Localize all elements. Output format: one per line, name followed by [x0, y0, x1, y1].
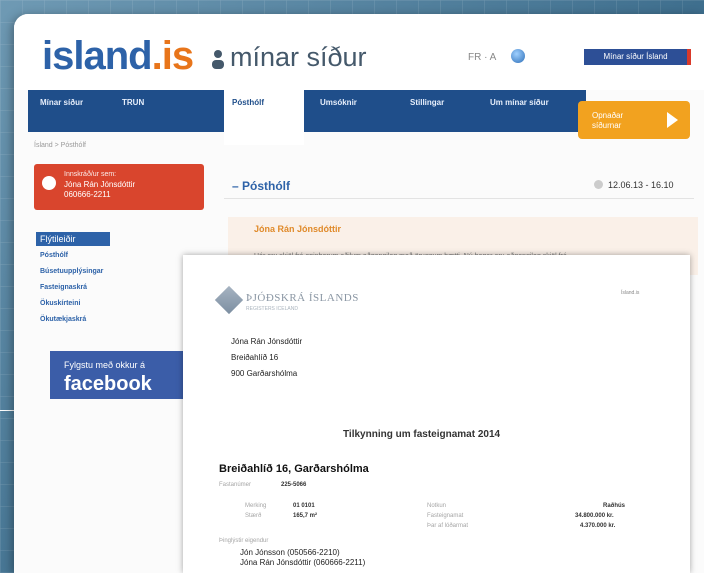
agency-logo-icon [214, 285, 244, 315]
user-avatar-icon [42, 176, 56, 190]
globe-icon[interactable] [511, 49, 525, 63]
datetime: 12.06.13 - 16.10 [608, 180, 674, 190]
user-icon [212, 50, 224, 69]
fasteignamat-label: Fasteignamat [427, 513, 464, 519]
owners-label: Þinglýstir eigendur [219, 538, 269, 544]
opnar-button[interactable]: Opnaðar síðurnar [578, 101, 690, 139]
staerd-value: 165,7 m² [293, 513, 318, 519]
nav-stillingar[interactable]: Stillingar [410, 90, 444, 132]
sidebar-item-posthof[interactable]: Pósthólf [40, 252, 68, 259]
nav-posthof[interactable]: Pósthólf [224, 90, 304, 145]
divider [224, 198, 694, 199]
property-title: Breiðahlíð 16, Garðarshólma [219, 463, 369, 475]
owner-line: Jón Jónsson (050566-2210) [240, 548, 340, 557]
main-nav: Mínar síður TRUN Pósthólf Umsóknir Still… [28, 90, 586, 145]
sidebar-heading: Flýtileiðir [36, 232, 110, 246]
nav-umsoknir[interactable]: Umsóknir [320, 90, 357, 132]
merking-value: 01 0101 [293, 503, 315, 509]
fasteignamat-value: 34.800.000 kr. [575, 513, 614, 519]
lodarmat-value: 4.370.000 kr. [580, 523, 616, 529]
address-line: Breiðahlíð 16 [231, 353, 279, 362]
nav-um-minar-sidur[interactable]: Um mínar síður [490, 90, 549, 132]
staerd-label: Stærð [245, 513, 262, 519]
fastanumer-label: Fastanúmer [219, 482, 252, 488]
sidebar-item-okuskirteini[interactable]: Ökuskírteini [40, 300, 80, 307]
notkun-value: Raðhús [603, 503, 626, 509]
arrow-right-icon [667, 112, 678, 128]
sidebar-item-buseta[interactable]: Búsetuupplýsingar [40, 268, 103, 275]
top-login-button[interactable]: Mínar síður Ísland [584, 49, 691, 65]
user-box: Innskráð/ur sem: Jóna Rán Jónsdóttir 060… [34, 164, 204, 210]
document-preview: ÞJÓÐSKRÁ ÍSLANDS REGISTERS ICELAND Íslan… [183, 255, 690, 573]
nav-minar-sidur[interactable]: Mínar síður [40, 90, 83, 132]
owner-line: Jóna Rán Jónsdóttir (060666-2211) [240, 558, 366, 567]
agency-sub: REGISTERS ICELAND [246, 306, 298, 312]
language-switch[interactable]: FR · A [468, 52, 496, 63]
message-name[interactable]: Jóna Rán Jónsdóttir [254, 224, 341, 234]
lodarmat-label: Þar af lóðarmat [427, 523, 469, 529]
clock-icon [594, 180, 603, 189]
doc-corner-text: Ísland.is [621, 290, 640, 296]
page-title: – Pósthólf [232, 179, 291, 193]
merking-label: Merking [245, 503, 267, 509]
site-header: island.is mínar síður FR · A Mínar síður… [14, 14, 704, 90]
island-logo[interactable]: island.is [42, 34, 194, 79]
document-title: Tilkynning um fasteignamat 2014 [343, 429, 501, 440]
notkun-label: Notkun [427, 503, 447, 509]
nav-trun[interactable]: TRUN [122, 90, 144, 132]
address-line: 900 Garðarshólma [231, 369, 298, 378]
minar-sidur-logo: mínar síður [210, 42, 367, 73]
address-line: Jóna Rán Jónsdóttir [231, 337, 303, 346]
agency-name: ÞJÓÐSKRÁ ÍSLANDS [246, 292, 359, 304]
breadcrumb[interactable]: Ísland > Pósthólf [34, 142, 86, 149]
fastanumer-value: 225-5066 [281, 482, 307, 488]
facebook-banner[interactable]: Fylgstu með okkur á facebook [50, 351, 184, 399]
sidebar-item-okutaekjaskra[interactable]: Ökutækjaskrá [40, 316, 86, 323]
sidebar-item-fasteignaskra[interactable]: Fasteignaskrá [40, 284, 87, 291]
